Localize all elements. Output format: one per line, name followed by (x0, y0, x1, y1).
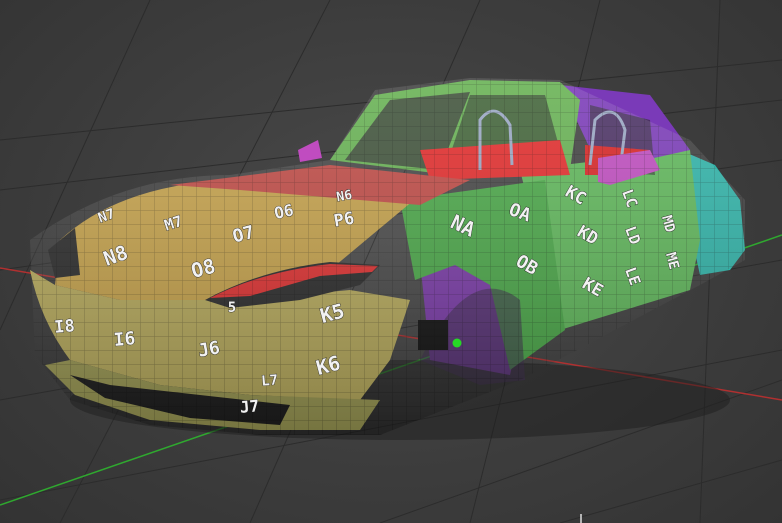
uv-checker-label: N6 (335, 188, 353, 206)
uv-checker-label: 5 (228, 300, 236, 316)
uv-checker-label: J7 (239, 396, 260, 417)
uv-checker-label: J6 (197, 337, 222, 361)
uv-checker-label: I6 (113, 328, 136, 351)
pivot-gizmo[interactable] (452, 338, 462, 348)
car-mesh[interactable] (30, 78, 745, 440)
viewport-scene: N8 O8O7O6 P6N7 M7N6NA OAOBKCKDKELCLDLEMDMEK5… (0, 0, 782, 523)
3d-viewport[interactable]: N8 O8 O7 O6 P6 N7 M7 N6 NA OA OB KC KD KE LC LD LE MD ME K5… (0, 0, 782, 523)
uv-checker-label: O6 (272, 200, 295, 223)
uv-checker-label: L7 (261, 372, 279, 389)
uv-checker-label: I8 (53, 316, 75, 338)
uv-checker-label: P6 (332, 208, 356, 231)
